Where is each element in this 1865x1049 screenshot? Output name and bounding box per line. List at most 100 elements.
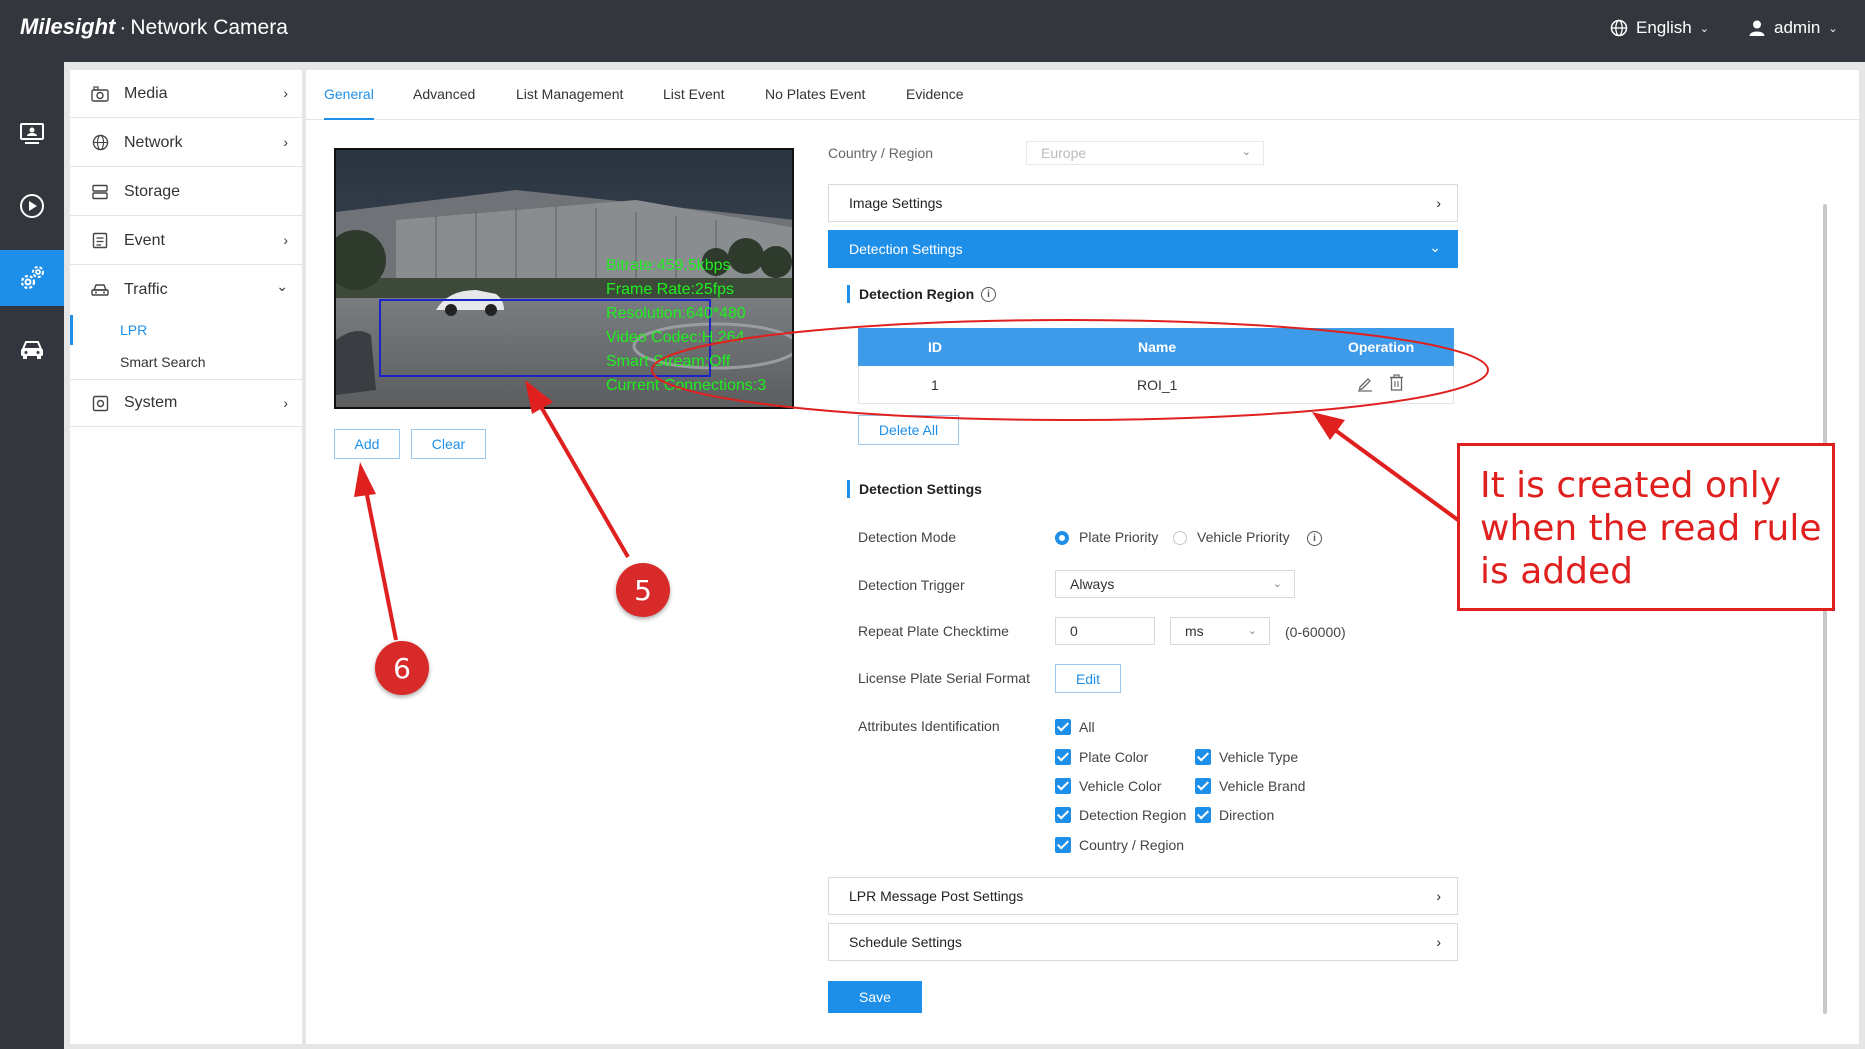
- attr-plate-color-checkbox[interactable]: [1055, 749, 1071, 765]
- detection-trigger-value: Always: [1070, 576, 1115, 592]
- playback-nav[interactable]: [0, 178, 64, 234]
- attr-vehicle-color-checkbox[interactable]: [1055, 778, 1071, 794]
- serial-format-edit-button[interactable]: Edit: [1055, 664, 1121, 693]
- chevron-right-icon: ›: [1436, 195, 1441, 211]
- checktime-unit-select[interactable]: ms ⌄: [1170, 617, 1270, 645]
- icon-nav-rail: [0, 62, 64, 1049]
- video-preview[interactable]: Bitrate:459.5kbps Frame Rate:25fps Resol…: [334, 148, 794, 409]
- checktime-input[interactable]: 0: [1055, 617, 1155, 645]
- image-settings-label: Image Settings: [849, 195, 943, 211]
- edit-icon[interactable]: [1357, 375, 1373, 395]
- serial-format-label: License Plate Serial Format: [858, 670, 1030, 686]
- menu-label: System: [124, 394, 178, 411]
- col-name: Name: [1138, 339, 1177, 355]
- detection-trigger-label: Detection Trigger: [858, 577, 965, 593]
- annotation-marker-6: 6: [375, 641, 429, 695]
- submenu-item-smart-search[interactable]: Smart Search: [70, 347, 302, 377]
- info-icon[interactable]: i: [981, 287, 996, 302]
- add-button[interactable]: Add: [334, 429, 400, 459]
- menu-item-media[interactable]: Media ›: [70, 70, 302, 118]
- chevron-right-icon: ›: [1436, 934, 1441, 950]
- delete-icon[interactable]: [1389, 374, 1404, 394]
- user-menu[interactable]: admin ⌄: [1748, 18, 1838, 38]
- region-table-header: ID Name Operation: [858, 328, 1454, 366]
- checktime-unit-value: ms: [1185, 623, 1204, 639]
- annotation-callout: It is created only when the read rule is…: [1457, 443, 1835, 611]
- osd-line: Frame Rate:25fps: [606, 281, 735, 298]
- submenu-item-lpr[interactable]: LPR: [70, 315, 302, 345]
- chevron-down-icon: ⌄: [1699, 22, 1709, 35]
- attr-detection-region-label: Detection Region: [1079, 807, 1187, 823]
- tab-general[interactable]: General: [324, 86, 374, 120]
- detection-mode-label: Detection Mode: [858, 529, 957, 545]
- attr-detection-region-checkbox[interactable]: [1055, 807, 1071, 823]
- menu-item-traffic[interactable]: Traffic ⌄: [70, 266, 302, 314]
- live-view-nav[interactable]: [0, 106, 64, 162]
- detection-settings-panel[interactable]: Detection Settings ⌄: [828, 230, 1458, 268]
- globe-icon: [90, 134, 110, 151]
- country-select[interactable]: Europe ⌄: [1026, 141, 1264, 165]
- tab-list-event[interactable]: List Event: [663, 86, 724, 120]
- tab-no-plates-event[interactable]: No Plates Event: [765, 86, 865, 120]
- menu-label: Event: [124, 231, 165, 249]
- settings-nav[interactable]: [0, 250, 64, 306]
- delete-all-button[interactable]: Delete All: [858, 415, 959, 445]
- settings-icon: [20, 266, 44, 290]
- chevron-down-icon: ⌄: [276, 278, 288, 294]
- live-view-icon: [20, 123, 44, 144]
- image-settings-panel[interactable]: Image Settings ›: [828, 184, 1458, 222]
- col-id: ID: [928, 339, 942, 355]
- osd-line: Video Codec:H.264: [606, 329, 745, 346]
- chevron-down-icon: ⌄: [1272, 578, 1282, 590]
- top-bar: Milesight · Network Camera English ⌄ adm…: [0, 0, 1865, 62]
- menu-item-system[interactable]: System ›: [70, 379, 302, 427]
- menu-item-event[interactable]: Event ›: [70, 217, 302, 265]
- attr-vehicle-brand-checkbox[interactable]: [1195, 778, 1211, 794]
- language-selector[interactable]: English ⌄: [1610, 18, 1709, 38]
- attr-direction-checkbox[interactable]: [1195, 807, 1211, 823]
- info-icon[interactable]: i: [1307, 531, 1322, 546]
- vehicle-nav[interactable]: [0, 322, 64, 378]
- chevron-right-icon: ›: [283, 85, 288, 101]
- media-icon: [90, 85, 110, 102]
- tab-evidence[interactable]: Evidence: [906, 86, 964, 120]
- save-button[interactable]: Save: [828, 981, 922, 1013]
- chevron-right-icon: ›: [283, 395, 288, 411]
- schedule-label: Schedule Settings: [849, 934, 962, 950]
- vehicle-priority-label: Vehicle Priority: [1197, 529, 1290, 545]
- attr-all-label: All: [1079, 719, 1095, 735]
- menu-item-storage[interactable]: Storage: [70, 168, 302, 216]
- vehicle-icon: [21, 341, 43, 359]
- detection-region-title: Detection Region: [847, 285, 974, 303]
- clear-button[interactable]: Clear: [411, 429, 486, 459]
- attr-all-checkbox[interactable]: [1055, 719, 1071, 735]
- brand-logo: Milesight: [20, 14, 116, 39]
- table-row: 1 ROI_1: [858, 366, 1454, 404]
- attr-country-region-label: Country / Region: [1079, 837, 1185, 853]
- chevron-down-icon: ⌄: [1247, 625, 1257, 637]
- menu-item-network[interactable]: Network ›: [70, 119, 302, 167]
- attr-vehicle-color-label: Vehicle Color: [1079, 778, 1162, 794]
- row-name: ROI_1: [1137, 377, 1178, 393]
- chevron-right-icon: ›: [283, 232, 288, 248]
- tab-list-management[interactable]: List Management: [516, 86, 623, 120]
- menu-label: Traffic: [124, 281, 168, 298]
- attr-vehicle-type-checkbox[interactable]: [1195, 749, 1211, 765]
- plate-priority-label: Plate Priority: [1079, 529, 1159, 545]
- storage-icon: [90, 184, 110, 200]
- detection-trigger-select[interactable]: Always ⌄: [1055, 570, 1295, 598]
- system-icon: [90, 395, 110, 412]
- menu-label: Storage: [124, 182, 181, 200]
- vehicle-priority-radio[interactable]: [1173, 531, 1187, 545]
- country-label: Country / Region: [828, 145, 934, 161]
- menu-label: Media: [124, 84, 168, 102]
- tab-advanced[interactable]: Advanced: [413, 86, 475, 120]
- country-value: Europe: [1041, 145, 1087, 161]
- attr-country-region-checkbox[interactable]: [1055, 837, 1071, 853]
- detection-settings-header-label: Detection Settings: [849, 241, 963, 257]
- chevron-down-icon: ⌄: [1429, 239, 1441, 255]
- lpr-post-settings-panel[interactable]: LPR Message Post Settings ›: [828, 877, 1458, 915]
- language-label: English: [1636, 18, 1692, 37]
- schedule-settings-panel[interactable]: Schedule Settings ›: [828, 923, 1458, 961]
- plate-priority-radio[interactable]: [1055, 531, 1069, 545]
